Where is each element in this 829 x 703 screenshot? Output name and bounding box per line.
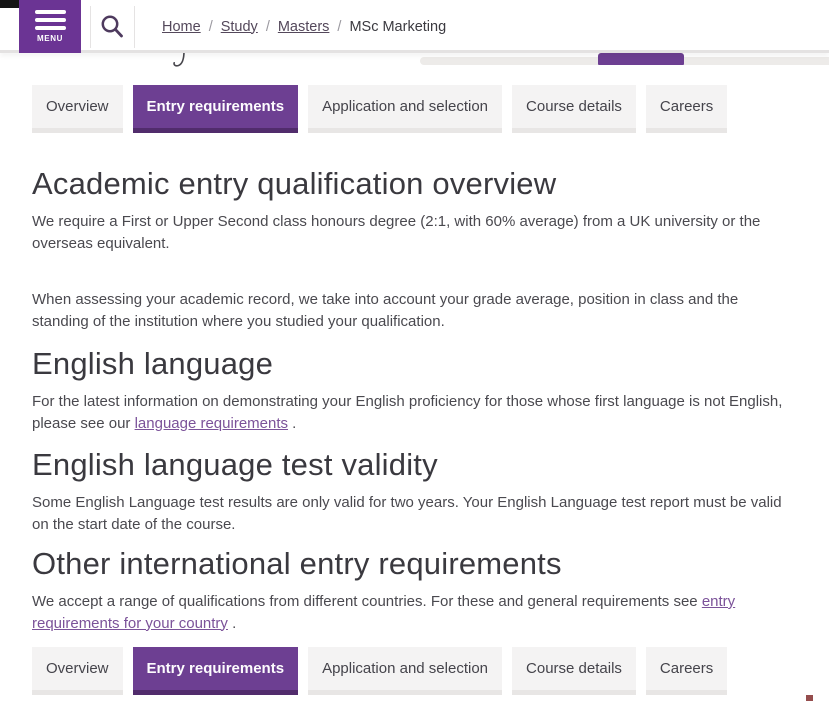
breadcrumb-current: MSc Marketing (349, 19, 446, 35)
paragraph-academic-1: We require a First or Upper Second class… (32, 211, 797, 254)
menu-button[interactable]: MENU (19, 0, 81, 53)
tab-course-details[interactable]: Course details (512, 647, 636, 695)
tab-entry-requirements[interactable]: Entry requirements (133, 85, 299, 133)
tab-application-and-selection[interactable]: Application and selection (308, 647, 502, 695)
breadcrumb-link-masters[interactable]: Masters (278, 19, 330, 35)
breadcrumb-link-study[interactable]: Study (221, 19, 258, 35)
section-heading-international: Other international entry requirements (32, 546, 797, 582)
breadcrumb-separator: / (266, 19, 270, 35)
section-heading-english-language: English language (32, 346, 797, 382)
breadcrumb-link-home[interactable]: Home (162, 19, 201, 35)
sticky-header: MENU Home / Study / Masters / MSc Market… (0, 0, 829, 53)
browser-page: MSc Marketing MENU Home / Study / Maste (0, 0, 829, 703)
main-content: Overview Entry requirements Application … (0, 0, 829, 695)
paragraph-academic-2: When assessing your academic record, we … (32, 289, 797, 332)
menu-button-label: MENU (37, 34, 63, 43)
tab-careers[interactable]: Careers (646, 85, 727, 133)
search-button[interactable] (99, 13, 125, 40)
page-title-descender-glyph (170, 51, 188, 69)
tab-careers[interactable]: Careers (646, 647, 727, 695)
section-heading-test-validity: English language test validity (32, 447, 797, 483)
paragraph-test-validity: Some English Language test results are o… (32, 492, 797, 535)
header-divider (134, 6, 135, 48)
paragraph-international: We accept a range of qualifications from… (32, 591, 797, 634)
course-tabs-top: Overview Entry requirements Application … (32, 85, 797, 133)
tab-course-details[interactable]: Course details (512, 85, 636, 133)
search-icon (99, 13, 125, 40)
language-requirements-link[interactable]: language requirements (135, 415, 288, 432)
breadcrumb-separator: / (337, 19, 341, 35)
tab-overview[interactable]: Overview (32, 647, 123, 695)
section-heading-academic: Academic entry qualification overview (32, 166, 797, 202)
hamburger-icon (35, 10, 66, 30)
paragraph-english-language: For the latest information on demonstrat… (32, 391, 797, 434)
tab-entry-requirements[interactable]: Entry requirements (133, 647, 299, 695)
text-after-link: . (228, 615, 236, 632)
text-after-link: . (288, 415, 296, 432)
tab-overview[interactable]: Overview (32, 85, 123, 133)
text-before-link: We accept a range of qualifications from… (32, 593, 702, 610)
header-divider (90, 6, 91, 48)
top-black-bar (0, 0, 19, 8)
tab-application-and-selection[interactable]: Application and selection (308, 85, 502, 133)
course-tabs-bottom: Overview Entry requirements Application … (32, 647, 797, 695)
partial-cta-button[interactable] (598, 53, 684, 65)
breadcrumb: Home / Study / Masters / MSc Marketing (162, 0, 446, 53)
breadcrumb-separator: / (209, 19, 213, 35)
corner-artifact (806, 695, 813, 701)
